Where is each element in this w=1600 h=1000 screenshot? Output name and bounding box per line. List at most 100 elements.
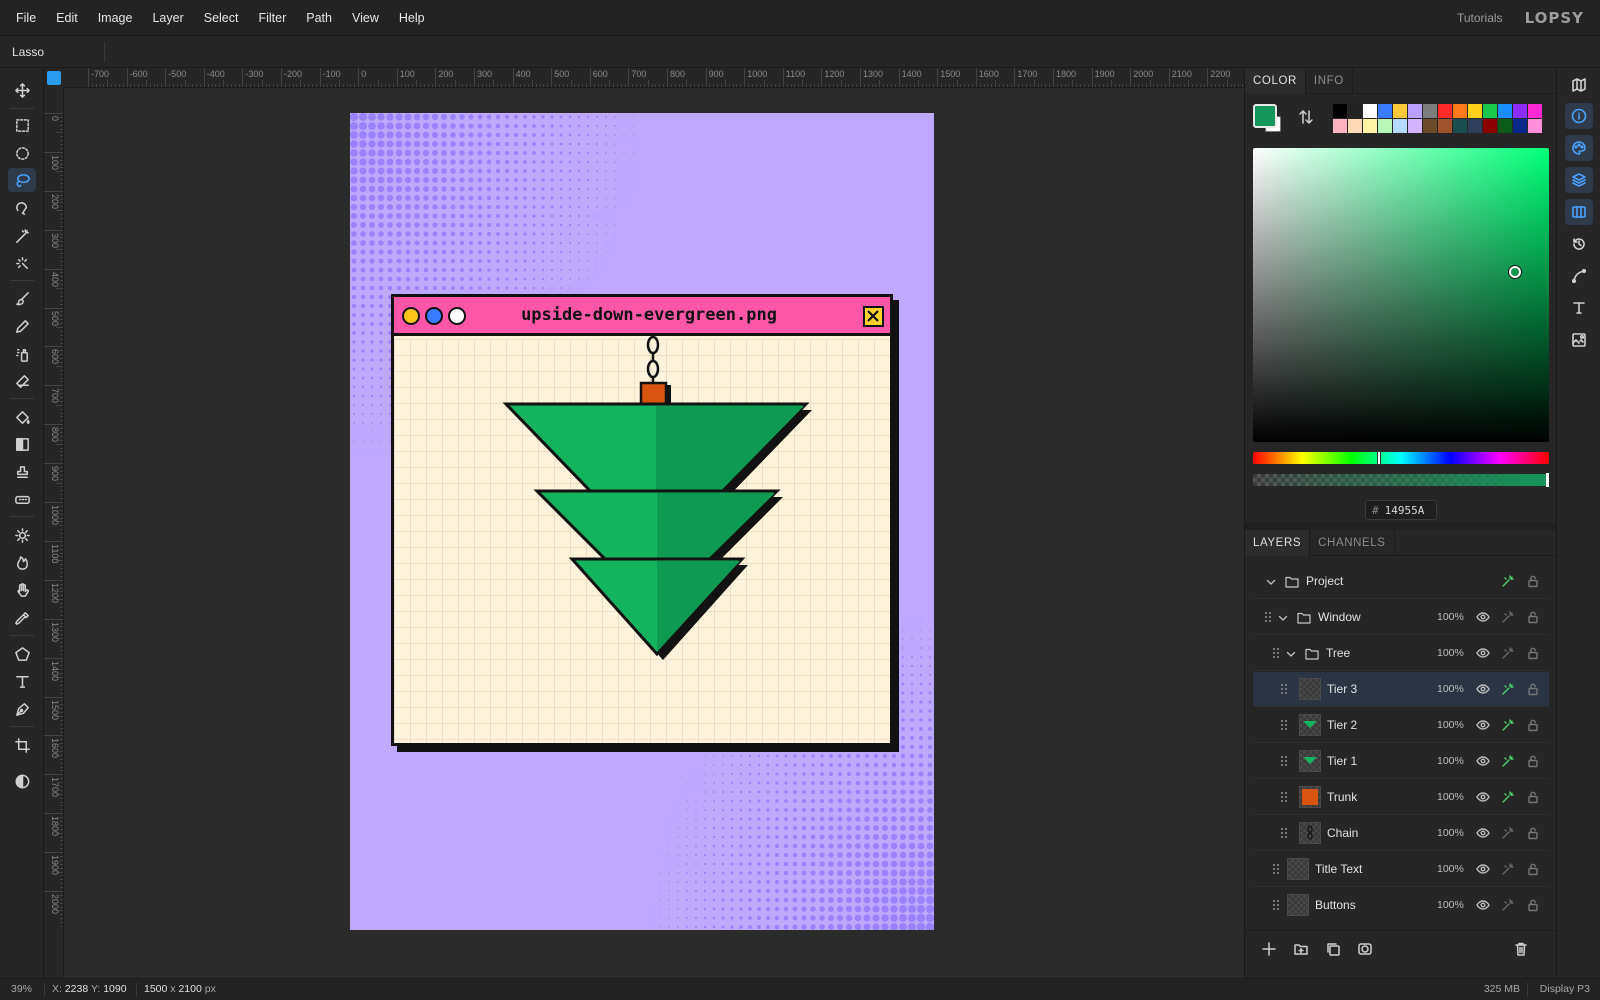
tab-channels[interactable]: CHANNELS	[1310, 530, 1395, 556]
layer-opacity[interactable]: 100%	[1437, 791, 1464, 803]
layer-row[interactable]: Project	[1253, 564, 1549, 599]
rect-select-tool[interactable]	[8, 113, 36, 137]
palette-swatch[interactable]	[1528, 119, 1542, 133]
hex-color-input[interactable]: # 14955A	[1365, 500, 1437, 520]
brush-tool[interactable]	[8, 286, 36, 310]
layer-opacity[interactable]: 100%	[1437, 683, 1464, 695]
add-layer-button[interactable]	[1261, 941, 1279, 959]
text-tool[interactable]	[8, 669, 36, 693]
menu-path[interactable]: Path	[296, 11, 342, 25]
image-adjust-button[interactable]	[1565, 327, 1593, 353]
effects-icon[interactable]	[1501, 574, 1515, 588]
palette-swatch[interactable]	[1438, 104, 1452, 118]
palette-swatch[interactable]	[1438, 119, 1452, 133]
palette-swatch[interactable]	[1348, 104, 1362, 118]
burn-tool[interactable]	[8, 550, 36, 574]
delete-layer-button[interactable]	[1513, 941, 1531, 959]
move-tool[interactable]	[8, 78, 36, 102]
zoom-level[interactable]: 39%	[11, 983, 32, 995]
tab-info[interactable]: INFO	[1306, 68, 1353, 94]
palette-swatch[interactable]	[1528, 104, 1542, 118]
lock-icon[interactable]	[1526, 610, 1540, 624]
layer-row[interactable]: Tree 100%	[1253, 636, 1549, 671]
alpha-slider-handle[interactable]	[1546, 473, 1549, 487]
spray-tool[interactable]	[8, 342, 36, 366]
palette-swatch[interactable]	[1468, 104, 1482, 118]
lock-icon[interactable]	[1526, 646, 1540, 660]
eyedropper-tool[interactable]	[8, 606, 36, 630]
fill-tool[interactable]	[8, 405, 36, 429]
foreground-color-swatch[interactable]	[1253, 104, 1277, 128]
palette-swatch[interactable]	[1423, 104, 1437, 118]
effects-icon[interactable]	[1501, 610, 1515, 624]
layers-panel-button[interactable]	[1565, 167, 1593, 193]
layer-row[interactable]: Tier 3 100%	[1253, 672, 1549, 707]
tutorials-link[interactable]: Tutorials	[1457, 11, 1503, 25]
character-panel-button[interactable]	[1565, 295, 1593, 321]
quick-select-tool[interactable]	[8, 251, 36, 275]
menu-image[interactable]: Image	[88, 11, 143, 25]
eye-icon[interactable]	[1476, 898, 1490, 912]
eye-icon[interactable]	[1476, 862, 1490, 876]
drag-handle-icon[interactable]	[1273, 648, 1281, 660]
menu-filter[interactable]: Filter	[248, 11, 296, 25]
drag-handle-icon[interactable]	[1273, 864, 1281, 876]
magnetic-lasso-tool[interactable]	[8, 196, 36, 220]
drag-handle-icon[interactable]	[1265, 612, 1273, 624]
document-canvas[interactable]: upside-down-evergreen.png	[350, 113, 934, 930]
effects-icon[interactable]	[1501, 790, 1515, 804]
eraser-tool[interactable]	[8, 369, 36, 393]
effects-icon[interactable]	[1501, 646, 1515, 660]
chevron-down-icon[interactable]	[1265, 576, 1277, 588]
layer-row[interactable]: Window 100%	[1253, 600, 1549, 635]
palette-swatch[interactable]	[1468, 119, 1482, 133]
palette-swatch[interactable]	[1483, 119, 1497, 133]
healing-tool[interactable]	[8, 487, 36, 511]
hue-slider-handle[interactable]	[1377, 451, 1381, 465]
layer-row[interactable]: Tier 1 100%	[1253, 744, 1549, 779]
saturation-value-picker[interactable]	[1253, 148, 1549, 442]
chevron-down-icon[interactable]	[1285, 648, 1297, 660]
drag-handle-icon[interactable]	[1281, 720, 1289, 732]
layer-opacity[interactable]: 100%	[1437, 647, 1464, 659]
magic-wand-tool[interactable]	[8, 224, 36, 248]
polygon-tool[interactable]	[8, 642, 36, 666]
lock-icon[interactable]	[1526, 682, 1540, 696]
palette-swatch[interactable]	[1393, 104, 1407, 118]
menu-layer[interactable]: Layer	[142, 11, 193, 25]
info-panel-button[interactable]	[1565, 103, 1593, 129]
tab-color[interactable]: COLOR	[1245, 68, 1306, 94]
layer-row[interactable]: Trunk 100%	[1253, 780, 1549, 815]
ruler-origin-marker[interactable]	[47, 71, 61, 85]
effects-icon[interactable]	[1501, 862, 1515, 876]
palette-swatch[interactable]	[1513, 119, 1527, 133]
layer-row[interactable]: Title Text 100%	[1253, 852, 1549, 887]
palette-swatch[interactable]	[1333, 104, 1347, 118]
history-panel-button[interactable]	[1565, 231, 1593, 257]
stamp-tool[interactable]	[8, 460, 36, 484]
add-group-button[interactable]	[1293, 941, 1311, 959]
channels-panel-button[interactable]	[1565, 199, 1593, 225]
mask-layer-button[interactable]	[1357, 941, 1375, 959]
crop-tool[interactable]	[8, 733, 36, 757]
contrast-tool[interactable]	[8, 769, 36, 793]
eye-icon[interactable]	[1476, 646, 1490, 660]
vertical-ruler[interactable]: 0 100 200 300 400 500 600 700 800 900 1000 1100 1200…	[44, 88, 64, 978]
pencil-tool[interactable]	[8, 314, 36, 338]
effects-icon[interactable]	[1501, 718, 1515, 732]
palette-swatch[interactable]	[1378, 119, 1392, 133]
palette-swatch[interactable]	[1498, 104, 1512, 118]
layer-opacity[interactable]: 100%	[1437, 827, 1464, 839]
layer-opacity[interactable]: 100%	[1437, 611, 1464, 623]
effects-icon[interactable]	[1501, 754, 1515, 768]
lock-icon[interactable]	[1526, 574, 1540, 588]
swap-colors-icon[interactable]	[1297, 108, 1315, 126]
layer-row[interactable]: Buttons 100%	[1253, 888, 1549, 916]
horizontal-ruler[interactable]: -700 -600 -500 -400 -300 -200 -100 0 100 200 300 40…	[64, 68, 1244, 88]
eye-icon[interactable]	[1476, 682, 1490, 696]
menu-edit[interactable]: Edit	[46, 11, 88, 25]
dodge-tool[interactable]	[8, 523, 36, 547]
paths-panel-button[interactable]	[1565, 263, 1593, 289]
layer-opacity[interactable]: 100%	[1437, 899, 1464, 911]
lock-icon[interactable]	[1526, 826, 1540, 840]
